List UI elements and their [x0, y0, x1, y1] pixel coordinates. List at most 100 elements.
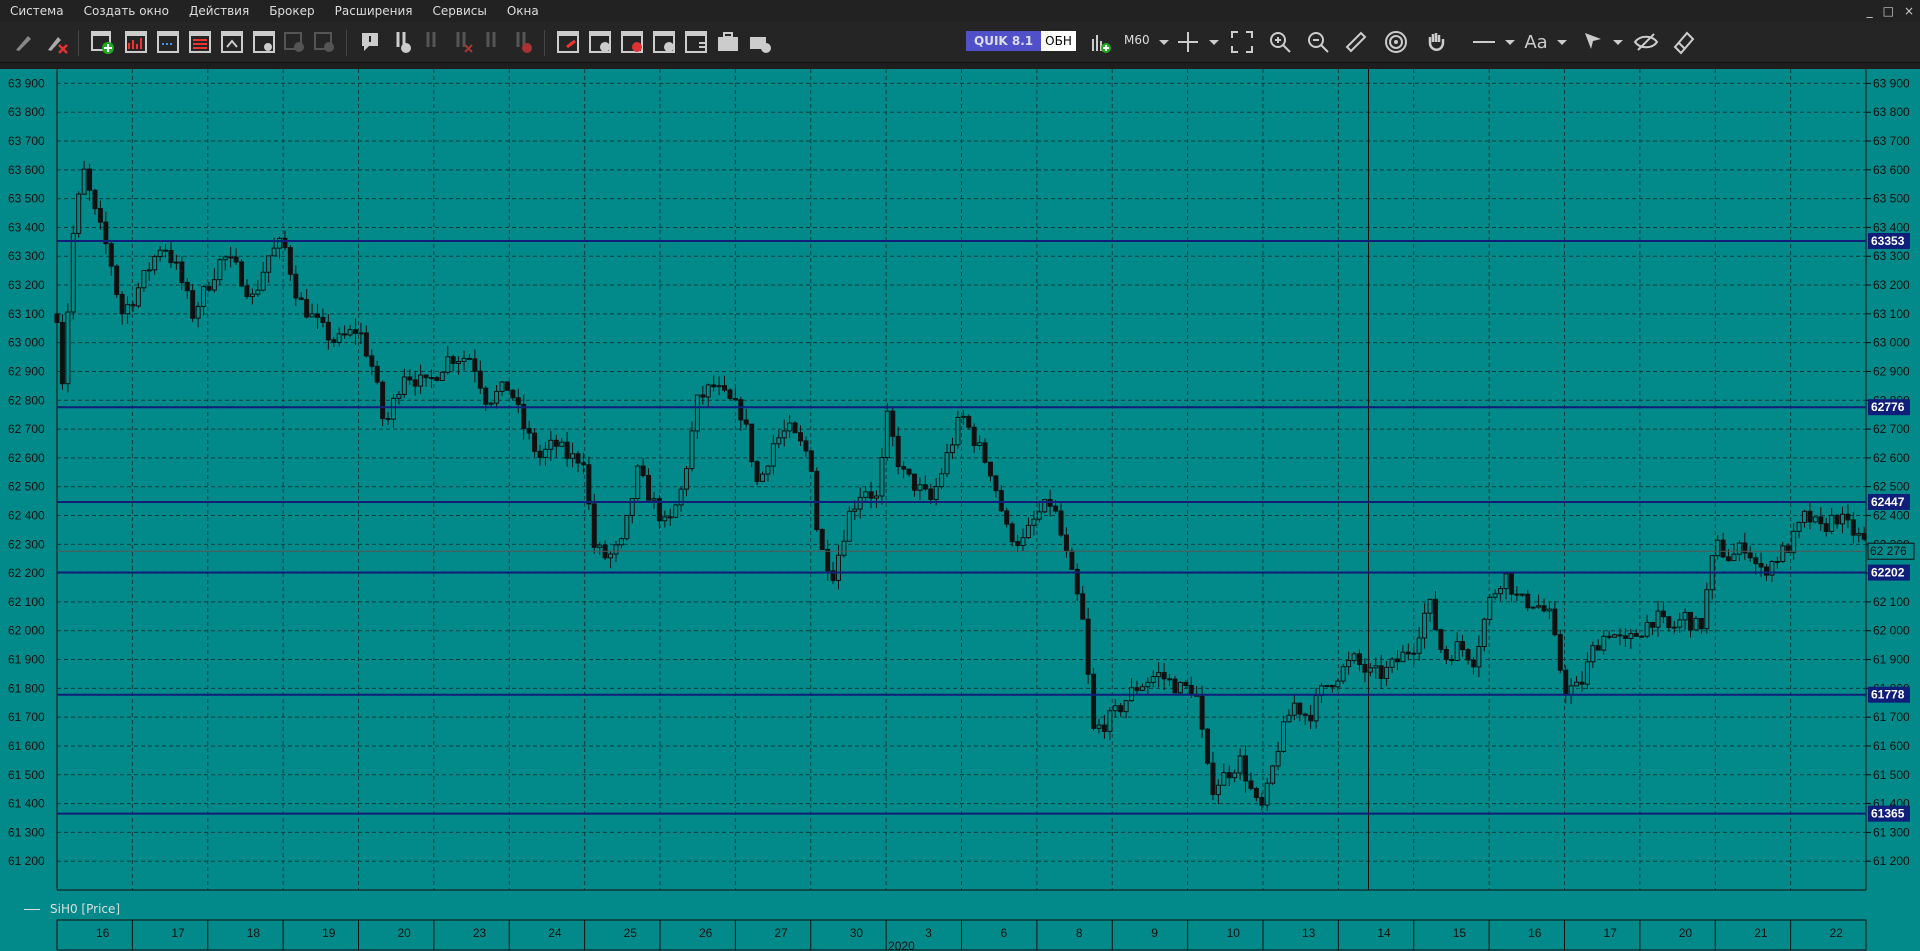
- y-tick-label-right: 62 100: [1873, 595, 1910, 609]
- candle-body: [1774, 560, 1780, 563]
- candle-body: [814, 470, 820, 531]
- candle-body: [163, 249, 169, 252]
- y-tick-label-right: 61 900: [1873, 653, 1910, 667]
- briefcase-icon[interactable]: [714, 28, 742, 56]
- candle-body: [141, 269, 147, 289]
- maximize-button[interactable]: □: [1883, 4, 1894, 18]
- candle-body: [510, 389, 516, 399]
- candle-body: [873, 495, 879, 499]
- candle-body: [287, 247, 293, 275]
- x-day-label: 26: [699, 926, 713, 940]
- alert-icon[interactable]: [356, 28, 384, 56]
- draw-dropdown-icon[interactable]: [1604, 28, 1632, 56]
- candle-body: [1579, 681, 1585, 685]
- y-tick-label-left: 62 400: [8, 509, 45, 523]
- candle-body: [526, 427, 532, 434]
- candle-body: [890, 410, 896, 437]
- minimize-button[interactable]: _: [1867, 4, 1873, 18]
- trade-window-icon[interactable]: [218, 28, 246, 56]
- y-tick-label-left: 61 500: [8, 768, 45, 782]
- candle-body: [1329, 684, 1335, 688]
- y-tick-label-right: 63 600: [1873, 163, 1910, 177]
- disabled-icon-2[interactable]: [310, 28, 338, 56]
- close-button[interactable]: ×: [1904, 4, 1914, 18]
- x-day-label: 20: [1679, 926, 1693, 940]
- positions-icon[interactable]: [586, 28, 614, 56]
- menu-item-0[interactable]: Система: [0, 0, 74, 22]
- candle-body: [1308, 714, 1314, 722]
- crosshair-icon[interactable]: [1174, 28, 1202, 56]
- candle-body: [515, 397, 521, 405]
- candle-body: [1025, 524, 1031, 539]
- candle-body: [1530, 606, 1536, 609]
- candle-body: [868, 491, 874, 499]
- zoom-in-icon[interactable]: [1266, 28, 1294, 56]
- chart-area[interactable]: 61 200 61 200 61 300 61 300 61 400 61 400 61 5…: [0, 64, 1920, 951]
- money-order-icon[interactable]: [508, 28, 536, 56]
- candle-body: [1443, 649, 1449, 660]
- candle-body: [266, 255, 272, 273]
- briefcase-money-icon[interactable]: [746, 28, 774, 56]
- candle-body: [168, 249, 174, 264]
- candle-body: [624, 514, 630, 540]
- ruler-icon[interactable]: [1342, 28, 1370, 56]
- transfer-icon[interactable]: [682, 28, 710, 56]
- cancel-order-icon[interactable]: [448, 28, 476, 56]
- chart-window-icon[interactable]: [122, 28, 150, 56]
- menu-item-4[interactable]: Расширения: [325, 0, 423, 22]
- y-tick-label-right: 63 300: [1873, 249, 1910, 263]
- menu-item-2[interactable]: Действия: [179, 0, 259, 22]
- candle-body: [217, 259, 223, 281]
- crosshair-dropdown-icon[interactable]: [1200, 28, 1228, 56]
- menu-item-5[interactable]: Сервисы: [423, 0, 497, 22]
- candle-body: [239, 261, 245, 287]
- candle-body: [1633, 633, 1639, 637]
- eraser-icon[interactable]: [1670, 28, 1698, 56]
- disabled-order-icon-2[interactable]: [478, 28, 506, 56]
- line-dropdown-icon[interactable]: [1496, 28, 1524, 56]
- table-window-icon[interactable]: [186, 28, 214, 56]
- money-icon[interactable]: [650, 28, 678, 56]
- candle-body: [754, 461, 760, 482]
- candle-body: [456, 361, 462, 364]
- chart-add-icon[interactable]: [1086, 28, 1114, 56]
- money-limits-icon[interactable]: [618, 28, 646, 56]
- zoom-out-icon[interactable]: [1304, 28, 1332, 56]
- portfolio-icon[interactable]: [554, 28, 582, 56]
- price-chart[interactable]: 61 200 61 20061 300 61 30061 400 61 40061 5…: [0, 64, 1920, 951]
- menu-item-3[interactable]: Брокер: [259, 0, 324, 22]
- x-day-label: 21: [1754, 926, 1768, 940]
- candle-body: [966, 415, 972, 428]
- settings-window-icon[interactable]: [250, 28, 278, 56]
- y-tick-label-right: 63 800: [1873, 105, 1910, 119]
- interval-selector[interactable]: M60: [1124, 33, 1150, 47]
- pen-delete-icon[interactable]: [42, 28, 70, 56]
- y-tick-label-left: 63 200: [8, 278, 45, 292]
- dots-window-icon[interactable]: [154, 28, 182, 56]
- order-icon[interactable]: [388, 28, 416, 56]
- candle-body: [1590, 645, 1596, 663]
- font-button[interactable]: Aa: [1522, 28, 1550, 56]
- new-window-icon[interactable]: [88, 28, 116, 56]
- disabled-icon-1[interactable]: [280, 28, 308, 56]
- hide-icon[interactable]: [1632, 28, 1660, 56]
- pen-icon[interactable]: [10, 28, 38, 56]
- line-style-icon[interactable]: [1470, 28, 1498, 56]
- menu-item-6[interactable]: Окна: [497, 0, 549, 22]
- x-year-label: 2020: [888, 939, 915, 951]
- candle-body: [1454, 641, 1460, 661]
- candle-body: [1850, 519, 1856, 536]
- x-day-label: 22: [1830, 926, 1844, 940]
- hand-icon[interactable]: [1422, 28, 1450, 56]
- candle-body: [1063, 534, 1069, 552]
- menu-item-1[interactable]: Создать окно: [74, 0, 179, 22]
- x-day-label: 8: [1076, 926, 1083, 940]
- candle-body: [1101, 724, 1107, 732]
- candle-body: [1688, 611, 1694, 631]
- font-dropdown-icon[interactable]: [1548, 28, 1576, 56]
- disabled-order-icon[interactable]: [418, 28, 446, 56]
- fit-screen-icon[interactable]: [1228, 28, 1256, 56]
- target-icon[interactable]: [1382, 28, 1410, 56]
- candle-body: [374, 365, 380, 383]
- candle-body: [1487, 596, 1493, 620]
